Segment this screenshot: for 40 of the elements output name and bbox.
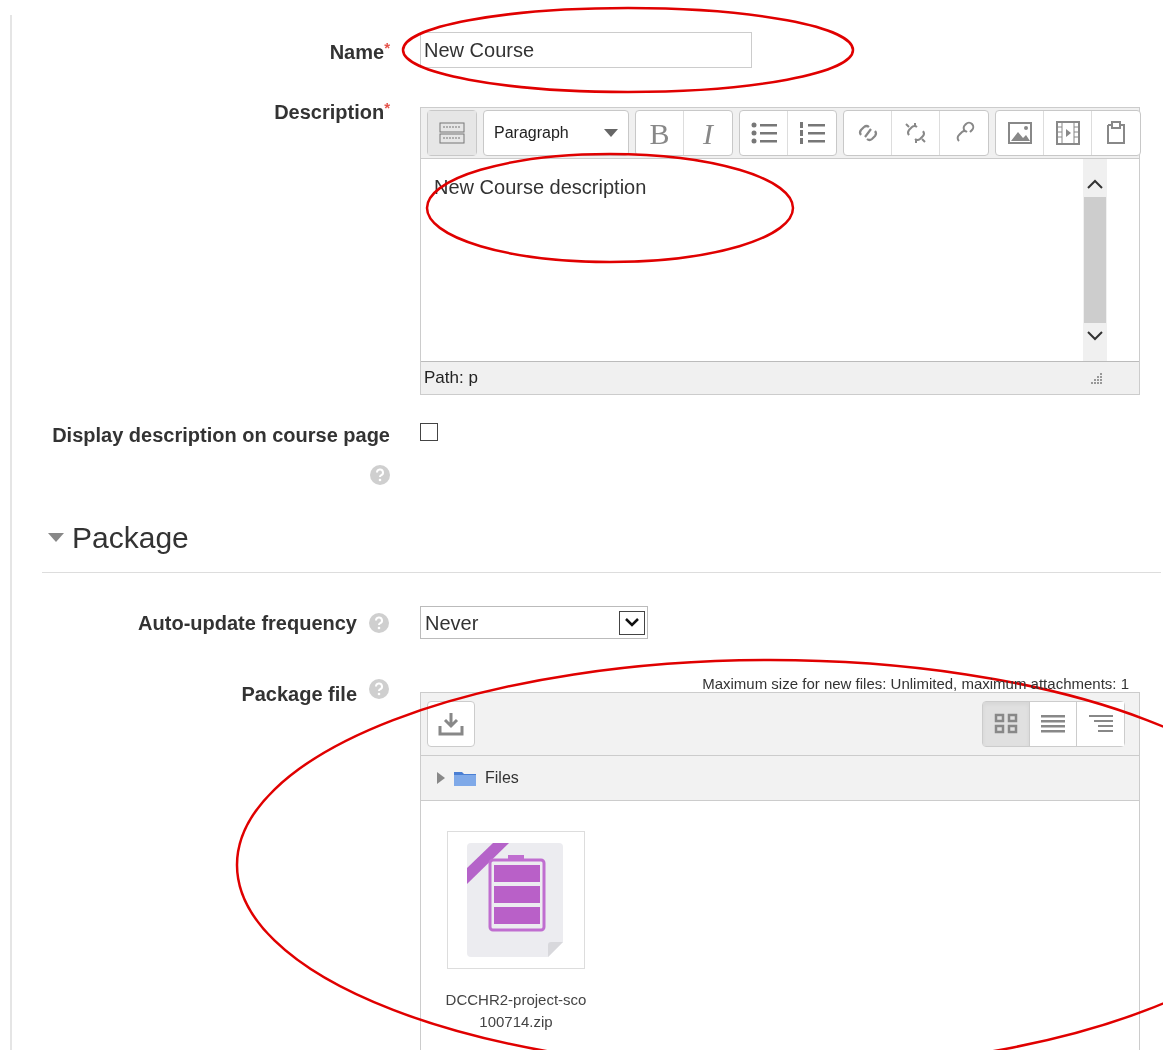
frequency-dropdown[interactable]: Never xyxy=(420,606,648,639)
toolbar-toggle-button[interactable] xyxy=(428,111,476,155)
file-limits-text: Maximum size for new files: Unlimited, maximum attachments: 1 xyxy=(702,675,1129,692)
name-field[interactable]: New Course xyxy=(420,32,752,68)
path-text: Path: p xyxy=(424,367,478,390)
upload-button[interactable] xyxy=(427,701,475,747)
image-icon xyxy=(1006,121,1033,145)
folder-icon xyxy=(453,769,477,787)
file-name[interactable]: DCCHR2-project-sco 100714.zip xyxy=(431,989,601,1033)
bullet-list-icon xyxy=(749,121,778,145)
file-thumbnail[interactable] xyxy=(447,831,585,969)
grid-icon xyxy=(994,713,1018,735)
chevron-up-icon xyxy=(1087,179,1103,189)
grid-icon xyxy=(439,121,465,145)
folder-label[interactable]: Files xyxy=(485,766,519,790)
required-mark: * xyxy=(384,98,390,116)
bold-button[interactable]: B xyxy=(636,111,684,155)
caret-icon xyxy=(604,129,618,137)
scrollbar-thumb[interactable] xyxy=(1084,197,1106,323)
resize-grip-icon xyxy=(1089,371,1103,385)
field-label: Name xyxy=(329,40,385,65)
tree-list-icon xyxy=(1087,713,1114,735)
section-heading: Package xyxy=(72,520,189,556)
field-label: Description xyxy=(274,100,385,125)
section-toggle-icon[interactable] xyxy=(48,532,64,543)
format-dropdown[interactable]: Paragraph xyxy=(484,111,628,155)
download-tray-icon xyxy=(438,712,464,736)
numbered-list-icon xyxy=(798,121,826,145)
required-mark: * xyxy=(384,38,390,56)
list-icon xyxy=(1040,713,1066,735)
field-label: Display description on course page xyxy=(52,423,390,448)
scrollbar[interactable] xyxy=(1083,159,1107,361)
field-label: Auto-update frequency xyxy=(138,610,357,636)
chevron-down-icon xyxy=(1087,331,1103,341)
expand-arrow-icon xyxy=(437,772,445,784)
film-icon xyxy=(1054,121,1081,145)
field-label: Package file xyxy=(241,682,357,707)
italic-button[interactable]: I xyxy=(684,111,732,155)
checkbox[interactable] xyxy=(420,423,438,441)
view-mode-tab[interactable] xyxy=(983,702,1030,746)
